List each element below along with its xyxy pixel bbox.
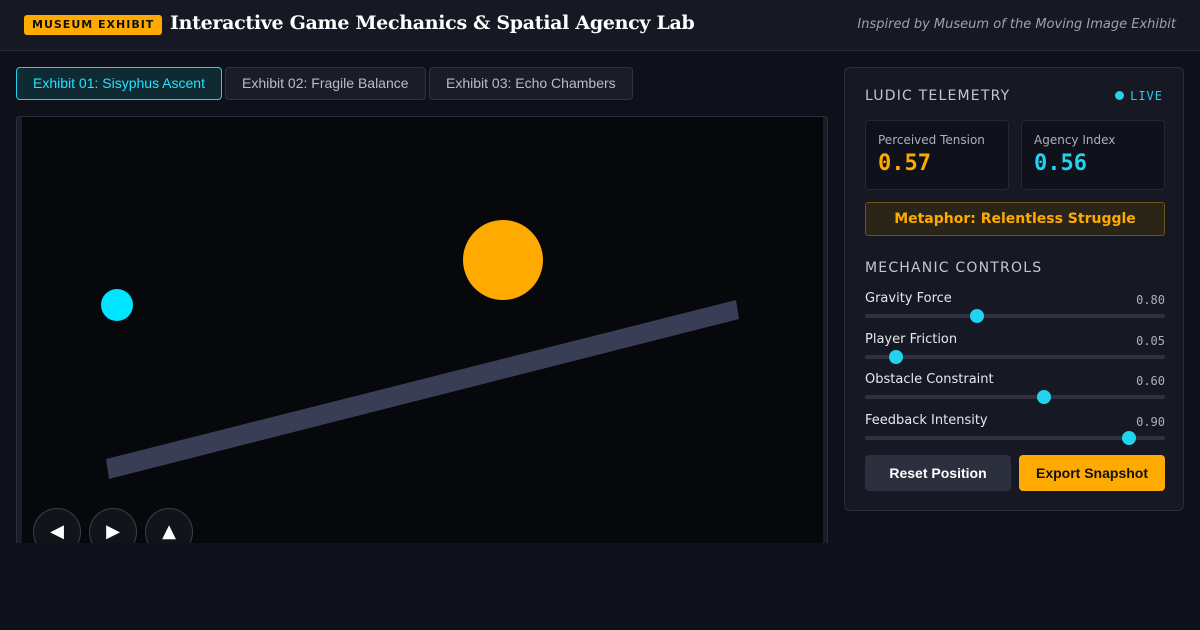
metric-label: Agency Index xyxy=(1034,133,1116,147)
metric-value-agency: 0.56 xyxy=(1034,151,1087,176)
metric-card-agency: Agency Index 0.56 xyxy=(1021,120,1165,190)
slider-label: Obstacle Constraint xyxy=(865,372,994,387)
slider-track[interactable] xyxy=(865,431,1165,445)
slider-thumb[interactable] xyxy=(969,309,984,323)
scene-background xyxy=(22,117,823,543)
tab-exhibit-01[interactable]: Exhibit 01: Sisyphus Ascent xyxy=(16,67,222,100)
metric-label: Perceived Tension xyxy=(878,133,985,147)
slider-label: Player Friction xyxy=(865,332,958,347)
slider-track[interactable] xyxy=(865,350,1165,364)
slider-label: Feedback Intensity xyxy=(865,413,988,428)
game-canvas[interactable]: ◀ ▶ ▲ xyxy=(16,116,828,543)
app-header: MUSEUM EXHIBIT Interactive Game Mechanic… xyxy=(0,0,1200,51)
page-subtitle: Inspired by Museum of the Moving Image E… xyxy=(857,17,1176,32)
telemetry-panel: LUDIC TELEMETRY LIVE Perceived Tension 0… xyxy=(844,67,1184,511)
export-snapshot-button[interactable]: Export Snapshot xyxy=(1019,455,1165,491)
metric-value-tension: 0.57 xyxy=(878,151,931,176)
slider-player-friction: Player Friction 0.05 xyxy=(865,332,1165,368)
game-scene xyxy=(22,117,823,543)
slider-thumb[interactable] xyxy=(888,350,903,364)
slider-gravity-force: Gravity Force 0.80 xyxy=(865,291,1165,327)
reset-position-button[interactable]: Reset Position xyxy=(865,455,1011,491)
slider-value: 0.05 xyxy=(1136,334,1165,348)
slider-thumb[interactable] xyxy=(1122,431,1136,445)
slider-value: 0.60 xyxy=(1136,374,1165,388)
slider-value: 0.80 xyxy=(1136,293,1165,307)
tab-exhibit-03[interactable]: Exhibit 03: Echo Chambers xyxy=(429,67,633,100)
mechanics-heading: MECHANIC CONTROLS xyxy=(865,260,1043,276)
boulder xyxy=(463,220,543,300)
live-indicator: LIVE xyxy=(1115,89,1163,103)
metric-card-tension: Perceived Tension 0.57 xyxy=(865,120,1009,190)
tab-exhibit-02[interactable]: Exhibit 02: Fragile Balance xyxy=(225,67,426,100)
slider-label: Gravity Force xyxy=(865,291,952,306)
page-title: Interactive Game Mechanics & Spatial Age… xyxy=(170,12,695,34)
slider-obstacle-constraint: Obstacle Constraint 0.60 xyxy=(865,372,1165,408)
live-dot-icon xyxy=(1115,91,1125,100)
metaphor-banner: Metaphor: Relentless Struggle xyxy=(865,202,1165,236)
slider-track[interactable] xyxy=(865,309,1165,323)
slider-value: 0.90 xyxy=(1136,415,1165,429)
live-label: LIVE xyxy=(1130,89,1163,103)
slider-track[interactable] xyxy=(865,390,1165,404)
telemetry-heading: LUDIC TELEMETRY xyxy=(865,88,1011,104)
slider-thumb[interactable] xyxy=(1037,390,1052,404)
slider-feedback-intensity: Feedback Intensity 0.90 xyxy=(865,413,1165,449)
museum-exhibit-badge: MUSEUM EXHIBIT xyxy=(24,15,163,35)
player-avatar xyxy=(101,289,133,321)
